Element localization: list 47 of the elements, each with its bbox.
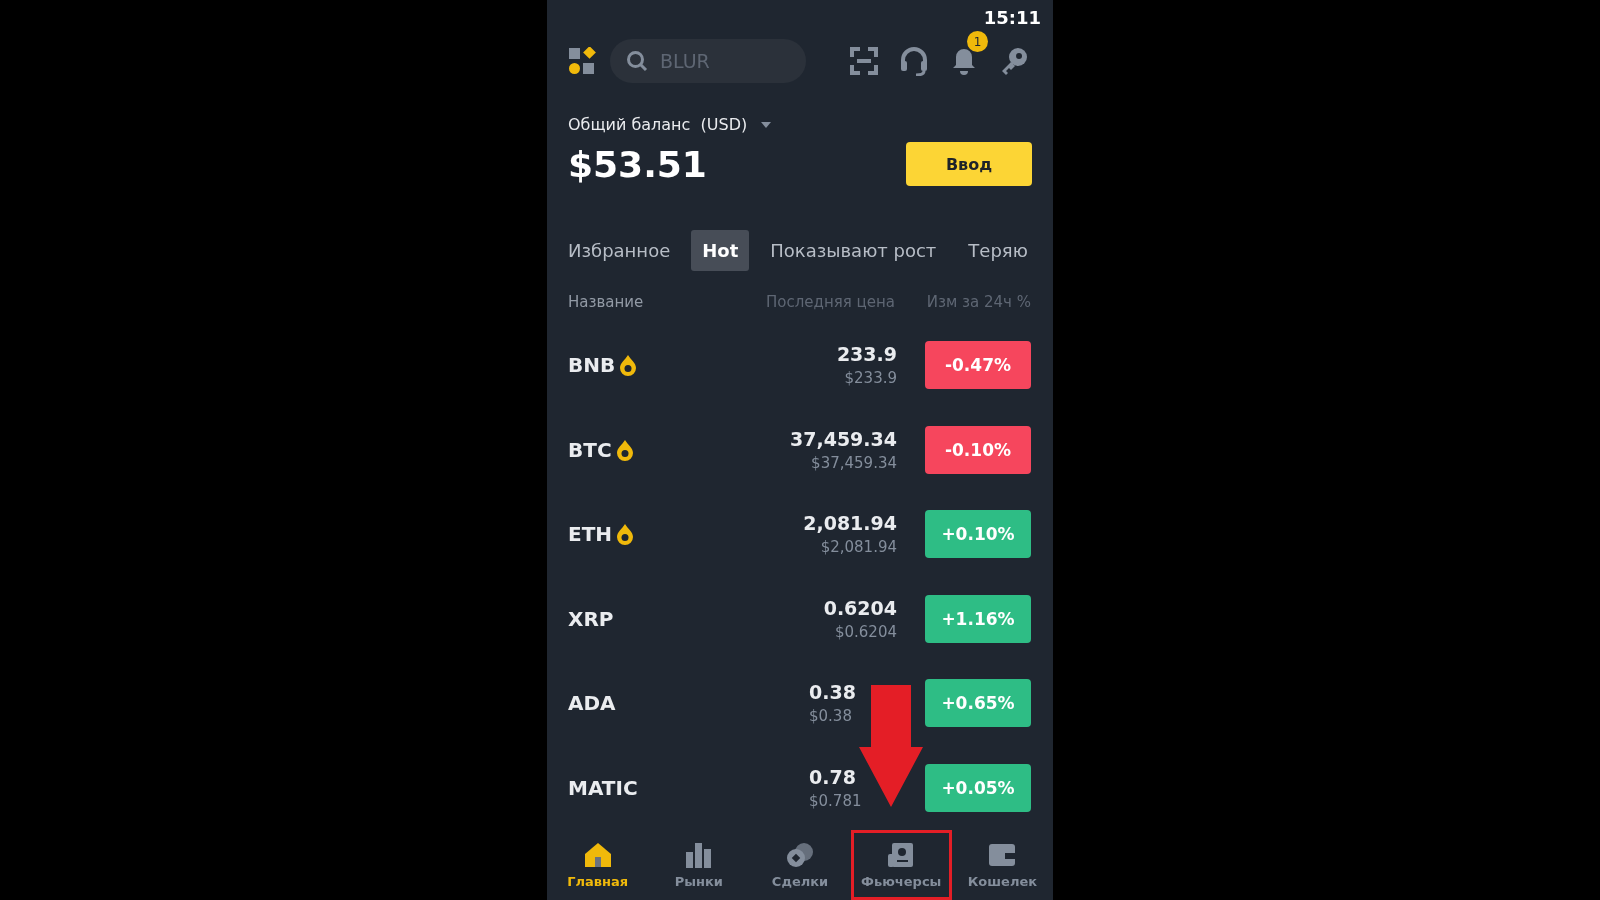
usd-price: $0.6204 [834,622,897,641]
search-icon [626,50,648,73]
usd-price: $2,081.94 [820,538,897,557]
coin-symbol[interactable]: MATIC [568,775,638,800]
column-header: Изм за 24ч % [925,293,1031,311]
coin-symbol[interactable]: BTC [568,437,612,462]
nav-tab[interactable]: Кошелек [951,830,1053,900]
status-time: 15:11 [983,7,1041,29]
usd-price: $37,459.34 [811,453,897,472]
column-header: Название [568,293,645,311]
last-price: 233.9 [836,343,897,366]
document-icon [887,841,916,868]
market-tab[interactable]: Показывают рост [759,230,948,271]
bell-icon[interactable] [951,47,977,76]
last-price: 0.78 [809,765,856,788]
balance-amount: $53.51 [568,143,707,185]
logo-icon [568,47,596,76]
deposit-button[interactable]: Ввод [906,142,1032,186]
last-price: 2,081.94 [803,512,897,535]
usd-price: $0.38 [809,707,852,726]
market-tab[interactable]: Hot [691,230,750,271]
usd-price: $0.781 [809,791,862,810]
coin-symbol[interactable]: XRP [568,606,614,631]
last-price: 0.38 [809,681,856,704]
dropdown-caret-icon[interactable] [761,121,772,128]
change-badge[interactable]: -0.10% [925,425,1031,474]
notification-badge: 1 [967,31,988,53]
coin-symbol[interactable]: ADA [568,691,616,716]
wallet-icon [988,841,1017,868]
market-tab[interactable]: Избранное [568,230,682,271]
search-field[interactable]: BLUR [610,39,806,84]
home-icon [583,841,612,868]
nav-tab[interactable]: Фьючерсы [850,830,952,900]
coin-symbol[interactable]: BNB [568,353,616,378]
usd-price: $233.9 [844,369,897,388]
nav-tab[interactable]: Сделки [749,830,851,900]
bar-chart-icon [684,841,713,868]
change-badge[interactable]: -0.47% [925,341,1031,390]
balance-label: Общий баланс (USD) [568,115,748,134]
market-tab[interactable]: Теряю [957,230,1039,271]
coins-icon [786,841,814,868]
nav-tab[interactable]: Рынки [648,830,750,900]
last-price: 37,459.34 [790,427,897,450]
nav-tab[interactable]: Главная [547,830,649,900]
last-price: 0.6204 [823,596,897,619]
coin-symbol[interactable]: ETH [568,522,613,547]
column-header: Последняя цена [765,293,895,311]
